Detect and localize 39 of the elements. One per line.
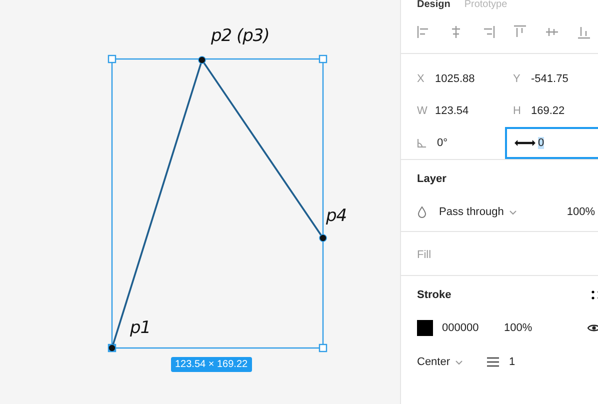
field-label: X [417,73,425,85]
field-label: H [513,105,521,117]
panel-tab[interactable]: Design [417,0,450,10]
align-right-icon[interactable] [481,25,495,39]
chevron-down-icon [455,360,464,364]
color-swatch[interactable] [417,320,433,336]
field-label: W [417,105,425,117]
stroke-weight-icon [487,357,500,367]
opacity-value[interactable]: 100% [566,206,595,218]
blend-mode-dropdown[interactable]: Pass through [439,206,517,218]
point-label: p4 [326,206,347,226]
align-center-icon[interactable] [449,25,463,39]
selected-path-drawing[interactable] [108,54,328,352]
section-title: Fill [417,249,432,261]
stroke-weight-value[interactable]: 1 [509,356,516,368]
point-label: p2 (p3) [211,26,270,46]
align-left-icon[interactable] [417,25,431,39]
drop-icon [417,206,427,218]
rotation-value[interactable]: 0° [437,137,448,149]
hex-value[interactable]: 000000 [442,322,504,334]
chevron-down-icon [508,210,517,214]
align-middle-icon[interactable] [545,25,559,39]
field-value[interactable]: 1025.88 [435,73,475,85]
section-title: Stroke [417,289,452,301]
resize-cursor-icon [513,137,537,149]
stroke-position-dropdown[interactable]: Center [417,356,464,368]
point-label: p1 [130,318,151,338]
field-value[interactable]: -541.75 [531,73,568,85]
dimension-badge: 123.54 × 169.22 [171,357,252,372]
corner-radius-field[interactable]: 0 [505,127,598,159]
align-top-icon[interactable] [513,25,527,39]
align-bottom-icon[interactable] [577,25,591,39]
field-value[interactable]: 169.22 [531,105,565,117]
field-label: Y [513,73,521,85]
field-value[interactable]: 123.54 [435,105,469,117]
section-title: Layer [417,173,448,185]
eye-icon [587,323,598,333]
opacity-value[interactable]: 100% [504,322,544,334]
angle-icon [417,138,427,148]
